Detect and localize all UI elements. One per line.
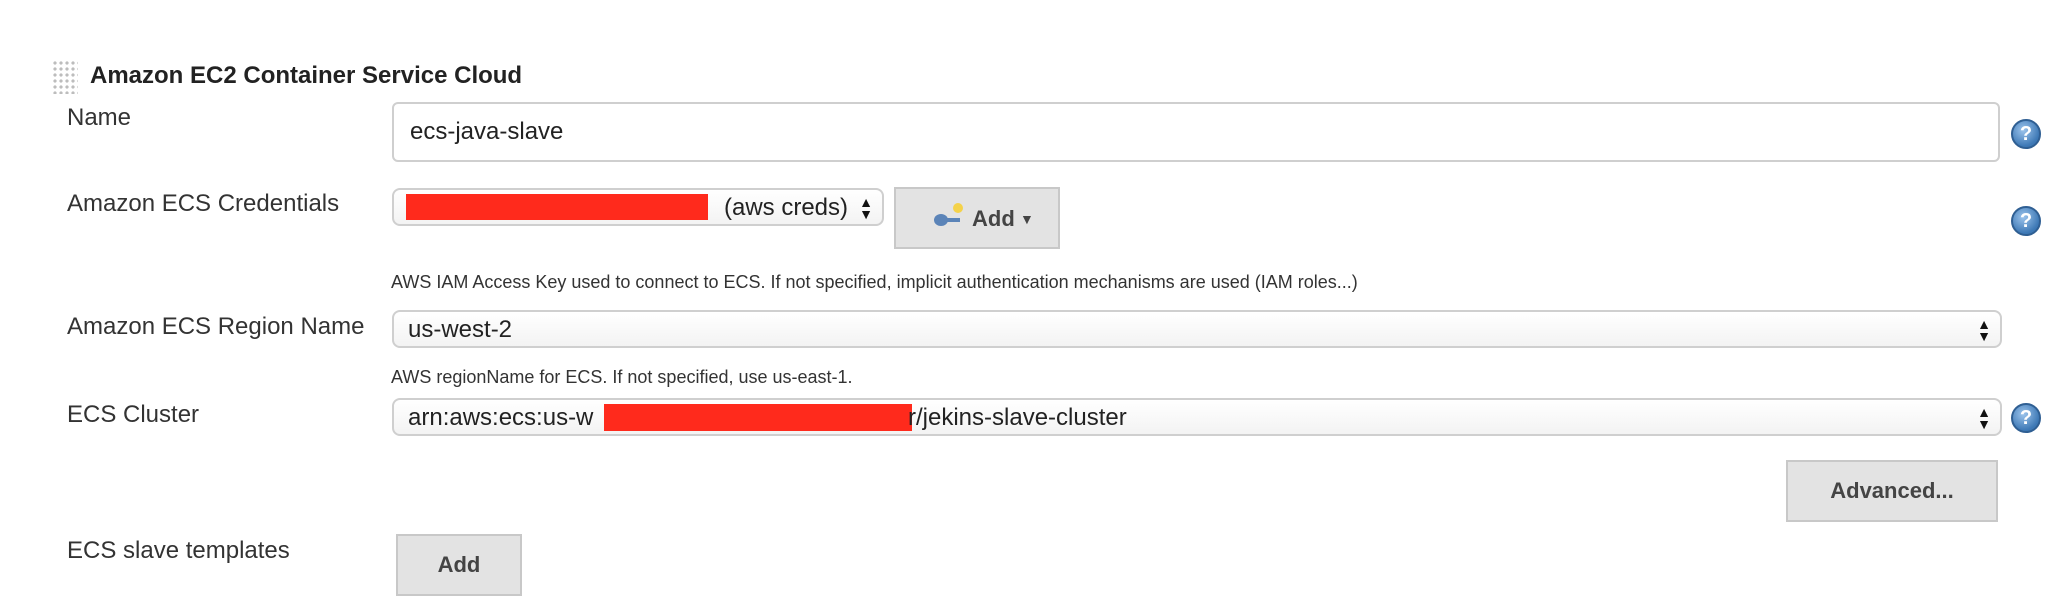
updown-arrows-icon: ▲ ▼ [1977, 316, 1991, 344]
drag-handle-icon[interactable] [52, 60, 78, 94]
region-selected: us-west-2 [408, 316, 513, 343]
name-input[interactable] [392, 102, 2000, 162]
updown-arrows-icon: ▲ ▼ [859, 194, 873, 222]
cluster-selected-suffix: r/jekins-slave-cluster [908, 404, 1127, 431]
add-template-button[interactable]: Add [396, 534, 522, 596]
help-icon[interactable]: ? [2011, 403, 2041, 433]
credentials-select[interactable]: (aws creds) ▲ ▼ [392, 188, 884, 226]
region-select[interactable]: us-west-2 ▲ ▼ [392, 310, 2002, 348]
add-credentials-label: Add [972, 206, 1015, 231]
templates-label: ECS slave templates [67, 537, 290, 564]
help-icon[interactable]: ? [2011, 119, 2041, 149]
updown-arrows-icon: ▲ ▼ [1977, 404, 1991, 432]
region-label: Amazon ECS Region Name [67, 313, 365, 340]
credentials-selected: (aws creds) [724, 194, 849, 221]
redacted-region [604, 404, 912, 431]
credentials-label: Amazon ECS Credentials [67, 190, 340, 217]
cluster-select[interactable]: arn:aws:ecs:us-w r/jekins-slave-cluster … [392, 398, 2002, 436]
advanced-button[interactable]: Advanced... [1786, 460, 1998, 522]
section-title: Amazon EC2 Container Service Cloud [90, 62, 523, 89]
region-description: AWS regionName for ECS. If not specified… [391, 367, 853, 387]
credentials-description: AWS IAM Access Key used to connect to EC… [391, 272, 1358, 292]
add-credentials-button[interactable]: Add ▼ [894, 187, 1060, 249]
caret-down-icon: ▼ [1020, 211, 1034, 227]
help-icon[interactable]: ? [2011, 206, 2041, 236]
name-label: Name [67, 104, 132, 131]
redacted-region [406, 194, 708, 220]
cluster-label: ECS Cluster [67, 401, 200, 428]
cluster-selected-prefix: arn:aws:ecs:us-w [408, 404, 594, 431]
